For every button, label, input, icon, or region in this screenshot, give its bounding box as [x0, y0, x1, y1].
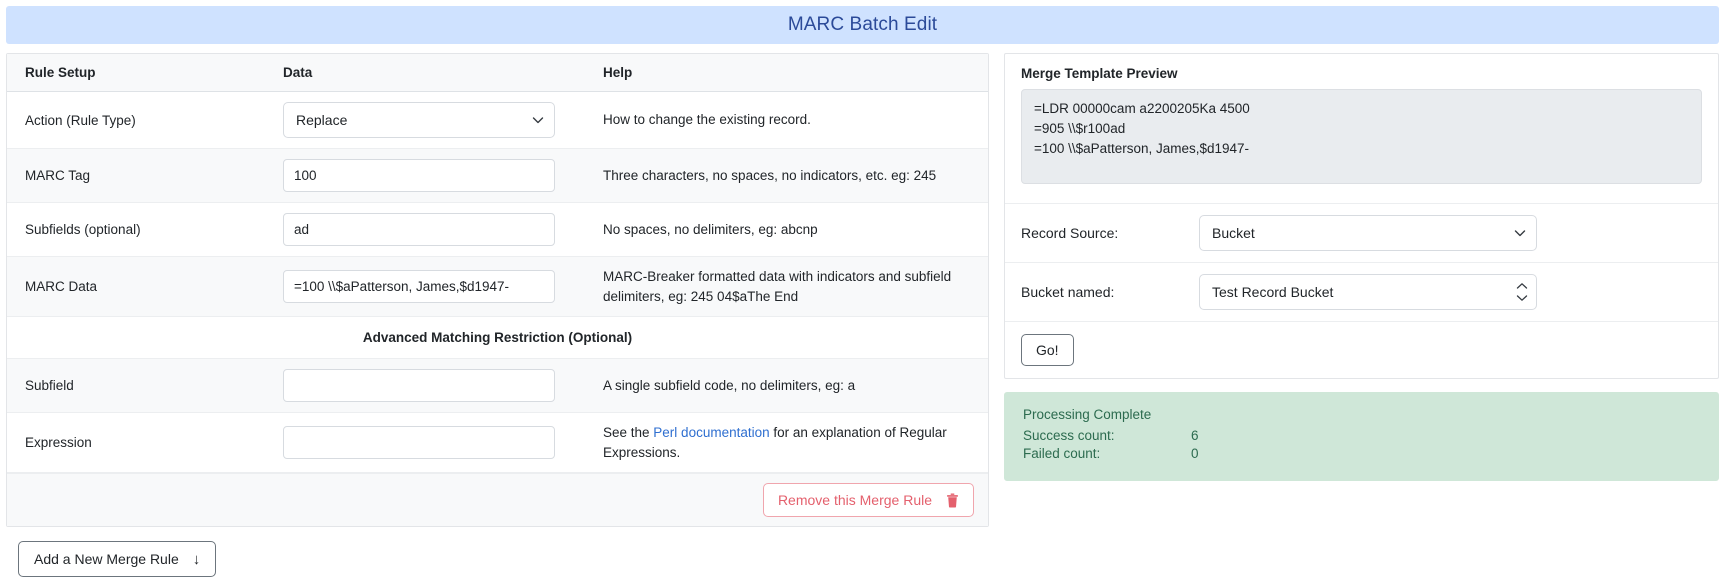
merge-template-preview-label: Merge Template Preview: [1021, 66, 1178, 81]
row-label-marc-data: MARC Data: [7, 256, 265, 318]
merge-template-card: Merge Template Preview =LDR 00000cam a22…: [1004, 53, 1719, 379]
advanced-matching-heading: Advanced Matching Restriction (Optional): [7, 316, 988, 360]
table-row-marc-data: MARC Data MARC-Breaker formatted data wi…: [7, 256, 988, 318]
rule-setup-table: Rule Setup Data Help Action (Rule Type): [7, 54, 988, 474]
merge-template-preview-block: Merge Template Preview =LDR 00000cam a22…: [1005, 54, 1718, 203]
row-control-adv-subfield: [265, 358, 585, 414]
go-row: Go!: [1005, 321, 1718, 378]
status-failed-label: Failed count:: [1023, 446, 1101, 461]
row-label-adv-subfield: Subfield: [7, 358, 265, 414]
row-control-marc-data: [265, 256, 585, 318]
rule-setup-column: Rule Setup Data Help Action (Rule Type): [6, 53, 989, 577]
status-success-line: Success count: 6: [1023, 428, 1700, 443]
column-header-rule-setup: Rule Setup: [7, 54, 265, 92]
row-control-adv-expression: [265, 412, 585, 474]
status-success-label: Success count:: [1023, 428, 1115, 443]
subfields-input[interactable]: [283, 213, 555, 246]
marc-data-input[interactable]: [283, 270, 555, 304]
row-help-subfields: No spaces, no delimiters, eg: abcnp: [585, 202, 988, 257]
perl-documentation-link[interactable]: Perl documentation: [653, 425, 769, 440]
row-control-marc-tag: [265, 148, 585, 203]
add-new-merge-rule-button[interactable]: Add a New Merge Rule ↓: [18, 541, 217, 577]
go-button[interactable]: Go!: [1021, 334, 1074, 366]
table-row-marc-tag: MARC Tag Three characters, no spaces, no…: [7, 148, 988, 203]
add-new-merge-rule-label: Add a New Merge Rule: [34, 551, 179, 568]
row-control-action: Replace: [265, 91, 585, 149]
help-text-before: See the: [603, 425, 654, 441]
marc-tag-input[interactable]: [283, 159, 555, 192]
processing-status-alert: Processing Complete Success count: 6 Fai…: [1004, 392, 1719, 481]
row-help-action: How to change the existing record.: [585, 91, 988, 149]
remove-merge-rule-label: Remove this Merge Rule: [777, 492, 932, 509]
action-rule-type-select[interactable]: Replace: [283, 102, 555, 138]
arrow-down-icon: ↓: [192, 550, 201, 568]
merge-template-preview-textarea[interactable]: =LDR 00000cam a2200205Ka 4500 =905 \\$r1…: [1021, 89, 1702, 184]
table-header-row: Rule Setup Data Help: [7, 54, 988, 92]
record-source-label: Record Source:: [1021, 225, 1119, 241]
bucket-named-input[interactable]: [1199, 274, 1537, 310]
table-row-subfields: Subfields (optional) No spaces, no delim…: [7, 202, 988, 257]
advanced-subfield-input[interactable]: [283, 369, 555, 403]
bucket-named-label: Bucket named:: [1021, 284, 1115, 300]
marc-batch-edit-page: MARC Batch Edit Rule Setup Data Help Act…: [0, 6, 1725, 577]
status-failed-value: 0: [1191, 446, 1199, 461]
status-success-value: 6: [1191, 428, 1199, 443]
page-header: MARC Batch Edit: [6, 6, 1719, 44]
row-help-adv-expression: See the Perl documentation for an explan…: [585, 412, 988, 474]
column-header-data: Data: [265, 54, 585, 92]
row-help-marc-tag: Three characters, no spaces, no indicato…: [585, 148, 988, 203]
trash-icon: [946, 493, 959, 508]
row-help-marc-data: MARC-Breaker formatted data with indicat…: [585, 256, 988, 318]
record-source-row: Record Source: Bucket: [1005, 203, 1718, 262]
advanced-matching-heading-row: Advanced Matching Restriction (Optional): [7, 316, 988, 360]
column-header-help: Help: [585, 54, 988, 92]
row-label-marc-tag: MARC Tag: [7, 148, 265, 203]
row-control-subfields: [265, 202, 585, 257]
row-label-subfields: Subfields (optional): [7, 202, 265, 257]
row-label-adv-expression: Expression: [7, 412, 265, 474]
remove-merge-rule-button[interactable]: Remove this Merge Rule: [762, 483, 974, 518]
page-title: MARC Batch Edit: [787, 14, 938, 35]
bucket-named-row: Bucket named:: [1005, 262, 1718, 321]
merge-rule-footer: Remove this Merge Rule: [7, 473, 988, 527]
main-content: Rule Setup Data Help Action (Rule Type): [0, 53, 1725, 577]
table-row-adv-subfield: Subfield A single subfield code, no deli…: [7, 358, 988, 414]
advanced-expression-input[interactable]: [283, 426, 555, 460]
record-source-select[interactable]: Bucket: [1199, 215, 1537, 251]
row-label-action: Action (Rule Type): [7, 91, 265, 149]
status-title: Processing Complete: [1023, 407, 1152, 422]
status-failed-line: Failed count: 0: [1023, 446, 1700, 461]
merge-rule-card: Rule Setup Data Help Action (Rule Type): [6, 53, 989, 528]
table-row-action: Action (Rule Type) Replace How to change…: [7, 91, 988, 149]
row-help-adv-subfield: A single subfield code, no delimiters, e…: [585, 358, 988, 414]
merge-template-column: Merge Template Preview =LDR 00000cam a22…: [1004, 53, 1719, 481]
table-row-adv-expression: Expression See the Perl documentation fo…: [7, 412, 988, 474]
